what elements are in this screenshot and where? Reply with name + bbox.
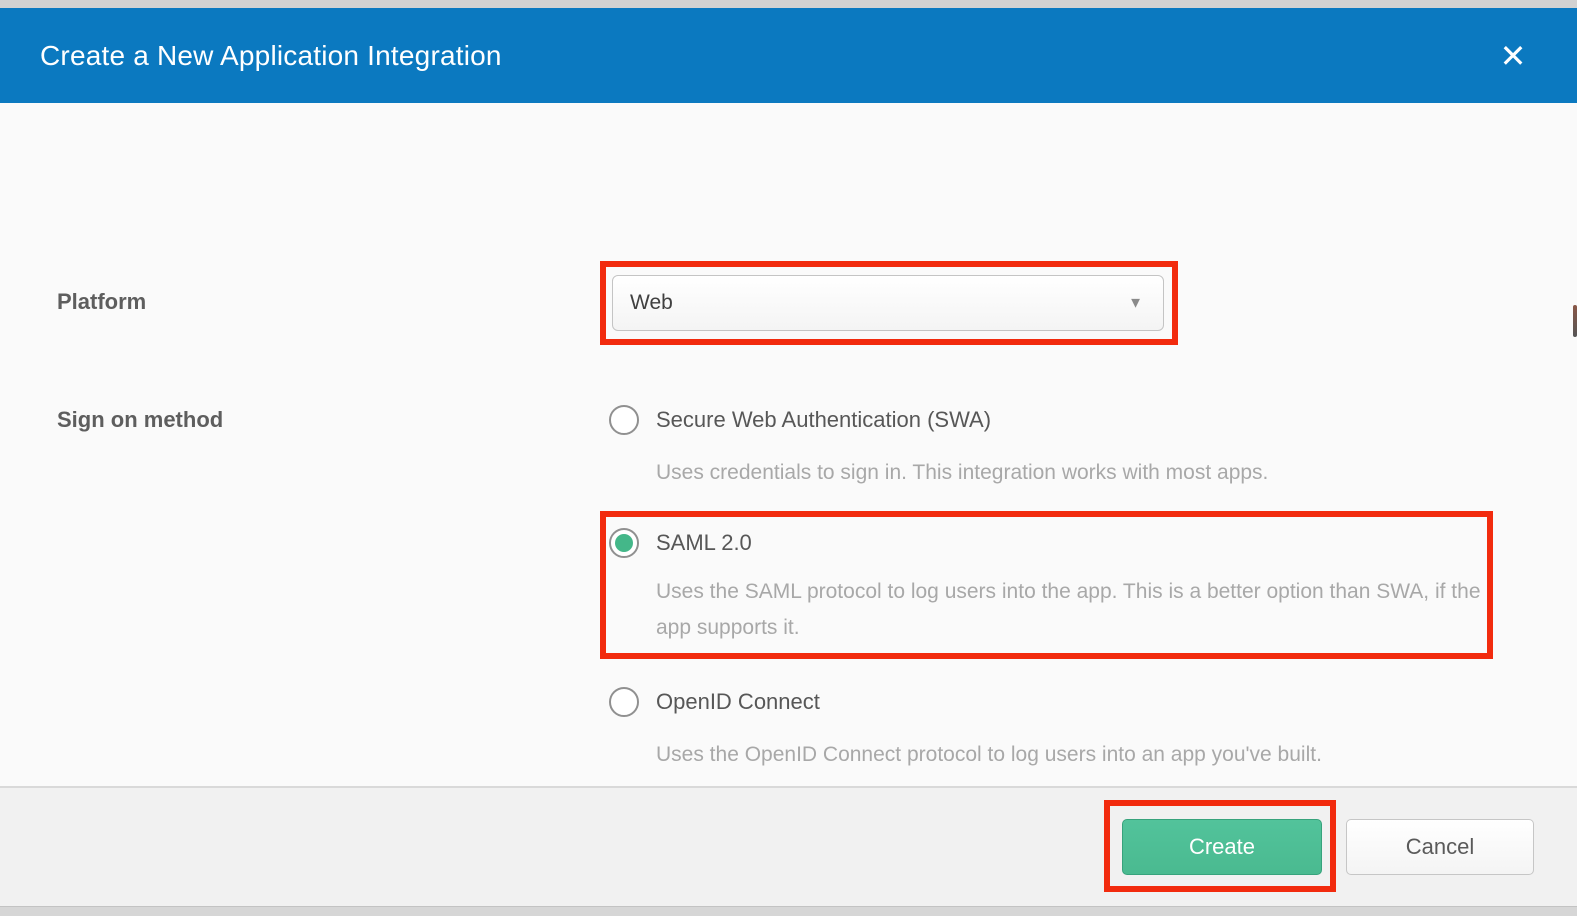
modal-title: Create a New Application Integration (40, 40, 502, 72)
radio-saml[interactable] (609, 528, 639, 558)
radio-swa-description: Uses credentials to sign in. This integr… (656, 455, 1268, 491)
close-icon[interactable]: ✕ (1493, 36, 1533, 76)
radio-openid[interactable] (609, 687, 639, 717)
radio-saml-label[interactable]: SAML 2.0 (656, 530, 752, 556)
chevron-down-icon: ▼ (1128, 295, 1143, 312)
modal-screen: Create a New Application Integration ✕ P… (0, 0, 1577, 916)
scrollbar-thumb[interactable] (1573, 305, 1577, 337)
page-background-bottom-strip (0, 906, 1577, 916)
platform-select-value: Web (630, 291, 673, 315)
cancel-button[interactable]: Cancel (1346, 819, 1534, 875)
sign-on-method-label: Sign on method (57, 407, 223, 433)
create-button[interactable]: Create (1122, 819, 1322, 875)
platform-select[interactable]: Web ▼ (612, 275, 1164, 331)
modal-body: Platform Web ▼ Sign on method Secure Web… (0, 103, 1577, 786)
page-background-top-strip (0, 0, 1577, 8)
modal-header: Create a New Application Integration ✕ (0, 8, 1577, 103)
platform-label: Platform (57, 289, 146, 315)
radio-selected-dot (615, 534, 633, 552)
modal-footer (0, 786, 1577, 906)
radio-saml-description: Uses the SAML protocol to log users into… (656, 574, 1496, 646)
radio-openid-label[interactable]: OpenID Connect (656, 689, 820, 715)
radio-swa-label[interactable]: Secure Web Authentication (SWA) (656, 407, 991, 433)
radio-swa[interactable] (609, 405, 639, 435)
radio-openid-description: Uses the OpenID Connect protocol to log … (656, 737, 1322, 773)
